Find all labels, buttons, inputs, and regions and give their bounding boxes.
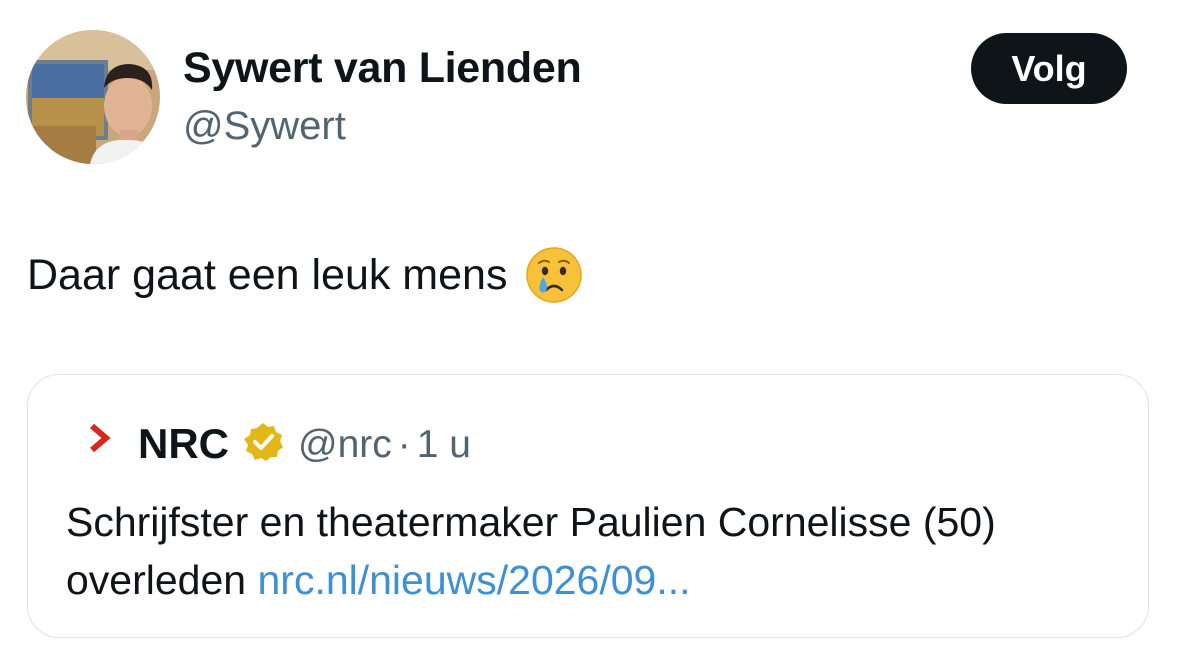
- tweet: Sywert van Lienden @Sywert Volg Daar gaa…: [0, 0, 1178, 648]
- quoted-tweet-text-line-2: overleden nrc.nl/nieuws/2026/09...: [66, 551, 1126, 609]
- quoted-author-name[interactable]: NRC: [138, 420, 229, 468]
- meta-separator: ·: [397, 423, 411, 466]
- follow-button[interactable]: Volg: [971, 33, 1127, 104]
- avatar[interactable]: [26, 30, 160, 164]
- tweet-text-content: Daar gaat een leuk mens: [27, 250, 508, 299]
- nrc-chevron-logo-icon: [88, 423, 112, 453]
- crying-face-emoji-icon: [525, 246, 583, 304]
- tweet-text: Daar gaat een leuk mens: [27, 246, 583, 304]
- quoted-tweet-time[interactable]: 1 u: [417, 423, 471, 466]
- quoted-tweet-meta: @nrc · 1 u: [298, 423, 471, 467]
- quoted-tweet-text-prefix: overleden: [66, 557, 247, 603]
- quoted-tweet-link[interactable]: nrc.nl/nieuws/2026/09...: [257, 557, 690, 603]
- author-name[interactable]: Sywert van Lienden: [183, 44, 582, 93]
- quoted-tweet-card[interactable]: NRC @nrc · 1 u Schrijfster en theatermaker…: [27, 374, 1149, 638]
- gold-verified-badge-icon: [242, 421, 284, 463]
- quoted-tweet-text-line-1: Schrijfster en theatermaker Paulien Corn…: [66, 499, 996, 545]
- quoted-tweet-text: Schrijfster en theatermaker Paulien Corn…: [66, 493, 1126, 609]
- author-handle[interactable]: @Sywert: [183, 104, 346, 149]
- quoted-author-handle[interactable]: @nrc: [298, 423, 392, 466]
